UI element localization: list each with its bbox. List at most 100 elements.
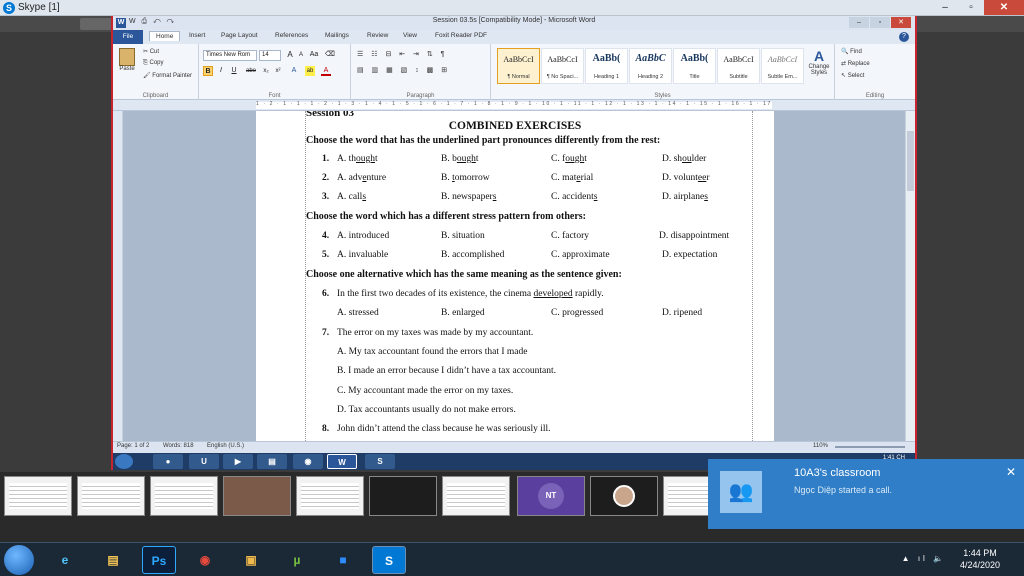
- format-painter-label: Format Painter: [152, 73, 192, 79]
- participant-video[interactable]: [223, 476, 291, 516]
- inner-folder-app[interactable]: ▤: [257, 454, 287, 469]
- tab-home[interactable]: Home: [149, 31, 181, 41]
- inner-start-button[interactable]: [115, 454, 133, 469]
- thumbnail-content: [9, 483, 67, 509]
- taskbar-photoshop-app[interactable]: Ps: [142, 546, 176, 574]
- paragraph-row-1[interactable]: ☰ ☷ ⊟ ⇤ ⇥ ⇅ ¶: [357, 50, 447, 58]
- font-name-select[interactable]: Times New Rom: [203, 50, 257, 61]
- language-indicator[interactable]: English (U.S.): [207, 443, 244, 449]
- change-styles-button[interactable]: A Change Styles: [805, 48, 833, 76]
- call-notification[interactable]: 👥 10A3's classroom Ngọc Diệp started a c…: [708, 459, 1024, 529]
- system-tray[interactable]: ▲ ıl 🔈: [902, 554, 946, 563]
- participant-thumbnail[interactable]: [77, 476, 145, 516]
- style-title[interactable]: AaBb( Title: [673, 48, 716, 84]
- skype-title-bar: S Skype [1] – ▫ ✕: [0, 0, 1024, 16]
- document-page[interactable]: Session 03 COMBINED EXERCISES Choose the…: [256, 111, 774, 441]
- ribbon-tabs: File Home Insert Page Layout References …: [113, 30, 915, 44]
- style-subtle-emphasis[interactable]: AaBbCcI Subtle Em...: [761, 48, 804, 84]
- skype-window-controls: – ▫ ✕: [932, 0, 1024, 16]
- tab-references[interactable]: References: [275, 32, 308, 39]
- inner-chrome-app[interactable]: ◉: [293, 454, 323, 469]
- zoom-slider[interactable]: [835, 446, 905, 448]
- inner-zoom-app[interactable]: ●: [153, 454, 183, 469]
- style-heading-1[interactable]: AaBb( Heading 1: [585, 48, 628, 84]
- inner-word-app[interactable]: W: [327, 454, 357, 469]
- select-button[interactable]: ↖ Select: [841, 72, 864, 79]
- style-subtitle[interactable]: AaBbCcI Subtitle: [717, 48, 760, 84]
- horizontal-ruler[interactable]: 1 · 2 · 1 · 1 · 1 · 2 · 1 · 3 · 1 · 4 · …: [113, 100, 915, 111]
- help-icon[interactable]: ?: [899, 32, 909, 42]
- cut-button[interactable]: ✂ Cut: [143, 48, 159, 55]
- strikethrough-button[interactable]: abe: [243, 66, 259, 76]
- style-no-spacing[interactable]: AaBbCcI ¶ No Spaci...: [541, 48, 584, 84]
- section-heading-stress: Choose the word which has a different st…: [306, 211, 586, 222]
- paste-button[interactable]: Paste: [117, 48, 137, 72]
- start-button[interactable]: [4, 545, 34, 575]
- zoom-level[interactable]: 110%: [813, 443, 828, 449]
- text-effects-button[interactable]: A: [289, 66, 299, 76]
- highlight-button[interactable]: ab: [305, 66, 315, 76]
- bold-button[interactable]: B: [203, 66, 213, 76]
- paragraph-row-2[interactable]: ▤ ▥ ▦ ▧ ↕ ▩ ⊞: [357, 66, 450, 74]
- skype-minimize-button[interactable]: –: [932, 0, 958, 15]
- style-normal[interactable]: AaBbCcI ¶ Normal: [497, 48, 540, 84]
- style-heading-2[interactable]: AaBbC Heading 2: [629, 48, 672, 84]
- copy-button[interactable]: ⎘ Copy: [143, 60, 164, 67]
- tab-mailings[interactable]: Mailings: [325, 32, 349, 39]
- participant-thumbnail[interactable]: [4, 476, 72, 516]
- participant-thumbnail[interactable]: [369, 476, 437, 516]
- notification-close-button[interactable]: ✕: [1006, 465, 1016, 479]
- taskbar-clock[interactable]: 1:44 PM 4/24/2020: [960, 547, 1000, 571]
- grow-font-button[interactable]: A: [285, 50, 295, 60]
- find-button[interactable]: 🔍 Find: [841, 48, 862, 55]
- taskbar-files-app[interactable]: ▤: [96, 546, 130, 574]
- taskbar-chrome-app[interactable]: ◉: [188, 546, 222, 574]
- question-number: 8.: [322, 424, 330, 434]
- subscript-button[interactable]: x₂: [261, 66, 271, 76]
- italic-button[interactable]: I: [216, 66, 226, 76]
- tab-file[interactable]: File: [113, 30, 143, 44]
- participant-thumbnail[interactable]: [296, 476, 364, 516]
- participant-avatar-tile[interactable]: NT: [517, 476, 585, 516]
- inner-media-app[interactable]: ▶: [223, 454, 253, 469]
- word-close-button[interactable]: ✕: [891, 17, 911, 28]
- taskbar-zoom-app[interactable]: ■: [326, 546, 360, 574]
- tab-review[interactable]: Review: [367, 32, 388, 39]
- tab-insert[interactable]: Insert: [189, 32, 205, 39]
- superscript-button[interactable]: x²: [273, 66, 283, 76]
- format-painter-button[interactable]: 🖌 Format Painter: [143, 72, 192, 79]
- q6-option-a: A. stressed: [337, 308, 379, 318]
- font-color-button[interactable]: A: [321, 66, 331, 76]
- participant-thumbnail[interactable]: [150, 476, 218, 516]
- inner-skype-app[interactable]: S: [365, 454, 395, 469]
- scrollbar-thumb[interactable]: [907, 131, 914, 191]
- underline-button[interactable]: U: [229, 66, 239, 76]
- page-count[interactable]: Page: 1 of 2: [117, 443, 149, 449]
- font-size-select[interactable]: 14: [259, 50, 281, 61]
- inner-unikey-app[interactable]: U: [189, 454, 219, 469]
- vertical-ruler[interactable]: [113, 111, 123, 441]
- taskbar-ie-app[interactable]: e: [48, 546, 82, 574]
- clear-formatting-button[interactable]: ⌫: [325, 50, 335, 60]
- document-area[interactable]: Session 03 COMBINED EXERCISES Choose the…: [123, 111, 907, 441]
- word-restore-button[interactable]: ▫: [870, 17, 890, 28]
- shrink-font-button[interactable]: A: [296, 50, 306, 60]
- word-count[interactable]: Words: 818: [163, 443, 194, 449]
- word-window: W W ⎙ ↶ ↷ Session 03.5s [Compatibility M…: [111, 16, 917, 470]
- tab-page-layout[interactable]: Page Layout: [221, 32, 258, 39]
- replace-button[interactable]: ⇄ Replace: [841, 60, 870, 67]
- paragraph-group: ☰ ☷ ⊟ ⇤ ⇥ ⇅ ¶ ▤ ▥ ▦ ▧ ↕ ▩ ⊞ Paragraph: [351, 44, 491, 100]
- taskbar-torrent-app[interactable]: µ: [280, 546, 314, 574]
- word-minimize-button[interactable]: –: [849, 17, 869, 28]
- taskbar-skype-app[interactable]: S: [372, 546, 406, 574]
- participant-photo-tile[interactable]: [590, 476, 658, 516]
- change-case-button[interactable]: Aa: [309, 50, 319, 60]
- taskbar-explorer-app[interactable]: ▣: [234, 546, 268, 574]
- skype-restore-button[interactable]: ▫: [958, 0, 984, 15]
- q1-option-d: D. shoulder: [662, 154, 707, 164]
- tab-view[interactable]: View: [403, 32, 417, 39]
- vertical-scrollbar[interactable]: [905, 111, 915, 441]
- tab-foxit-reader-pdf[interactable]: Foxit Reader PDF: [435, 32, 487, 39]
- skype-close-button[interactable]: ✕: [984, 0, 1024, 15]
- participant-thumbnail[interactable]: [442, 476, 510, 516]
